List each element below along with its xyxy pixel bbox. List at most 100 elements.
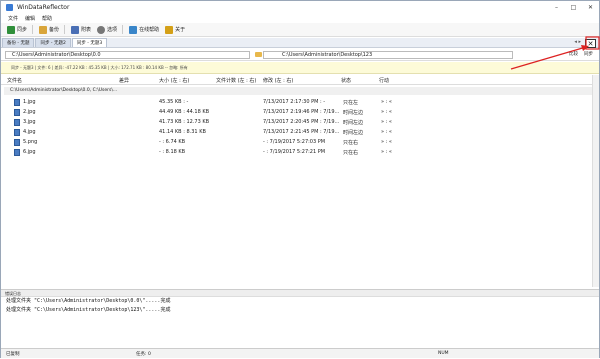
col-size[interactable]: 大小 (左 : 右) bbox=[159, 77, 189, 84]
file-size: 41.73 KB : 12.73 KB bbox=[159, 119, 210, 125]
folder-icon[interactable] bbox=[255, 52, 262, 57]
backup-button[interactable]: 备份 bbox=[39, 25, 59, 34]
image-file-icon bbox=[14, 139, 20, 146]
table-row[interactable]: 3.jpg 41.73 KB : 12.73 KB 7/13/2017 2:20… bbox=[1, 118, 599, 128]
image-file-icon bbox=[14, 99, 20, 106]
left-path-field[interactable]: C:\Users\Administrator\Desktop\0.0 bbox=[5, 51, 250, 59]
file-list: 1.jpg 45.35 KB : - 7/13/2017 2:17:30 PM … bbox=[1, 98, 599, 158]
minimize-button[interactable]: – bbox=[548, 1, 565, 14]
col-action[interactable]: 行动 bbox=[379, 77, 389, 84]
status-bar: 已复制 任务: 0 NUM bbox=[1, 348, 599, 358]
maximize-button[interactable]: □ bbox=[565, 1, 582, 14]
file-modified: - : 7/19/2017 5:27:03 PM bbox=[263, 139, 326, 145]
summary-line: 同步 - 无题3 | 文件: 6 | 差异: -47.22 KB : 45.35… bbox=[1, 62, 599, 74]
file-action[interactable]: » : « bbox=[381, 129, 392, 135]
image-file-icon bbox=[14, 109, 20, 116]
file-size: 44.49 KB : 44.18 KB bbox=[159, 109, 210, 115]
file-name: 6.jpg bbox=[23, 149, 36, 155]
file-action[interactable]: » : « bbox=[381, 109, 392, 115]
file-status: 时间左边 bbox=[343, 130, 364, 136]
sync-icon bbox=[7, 25, 15, 34]
col-modified[interactable]: 修改 (左 : 右) bbox=[263, 77, 293, 84]
file-modified: 7/13/2017 2:20:45 PM : 7/19... bbox=[263, 119, 340, 125]
file-modified: 7/13/2017 2:21:45 PM : 7/19... bbox=[263, 129, 340, 135]
toolbar-separator bbox=[64, 25, 66, 34]
about-button[interactable]: 关于 bbox=[165, 25, 185, 34]
file-status: 只在右 bbox=[343, 140, 359, 146]
file-size: 45.35 KB : - bbox=[159, 99, 189, 105]
status-tasks: 任务: 0 bbox=[136, 352, 151, 357]
close-tab-button[interactable]: ✕ bbox=[585, 39, 596, 48]
tab-sync-3[interactable]: 同步 - 无题3 bbox=[71, 38, 108, 47]
path-bar: C:\Users\Administrator\Desktop\0.0 C:\Us… bbox=[1, 49, 599, 61]
file-modified: 7/13/2017 2:17:30 PM : - bbox=[263, 99, 326, 105]
toolbar-separator bbox=[122, 25, 124, 34]
right-path-field[interactable]: C:\Users\Administrator\Desktop\123 bbox=[263, 51, 513, 59]
file-status: 只在右 bbox=[343, 150, 359, 156]
table-row[interactable]: 5.png - : 6.74 KB - : 7/19/2017 5:27:03 … bbox=[1, 138, 599, 148]
file-action[interactable]: » : « bbox=[381, 149, 392, 155]
file-name: 5.png bbox=[23, 139, 38, 145]
table-button[interactable]: 附表 bbox=[71, 25, 91, 34]
sync-button[interactable]: 同步 bbox=[7, 25, 27, 34]
sync-run-button[interactable]: 同步 bbox=[584, 51, 593, 57]
table-icon bbox=[71, 25, 80, 34]
options-button[interactable]: 选项 bbox=[97, 25, 117, 34]
status-num: NUM bbox=[438, 351, 449, 356]
file-size: 41.14 KB : 8.31 KB bbox=[159, 129, 206, 135]
file-action[interactable]: » : « bbox=[381, 99, 392, 105]
column-headers: 文件名 差异 大小 (左 : 右) 文件计数 (左 : 右) 修改 (左 : 右… bbox=[1, 75, 599, 85]
tab-strip: 备份 - 无题 同步 - 无题2 同步 - 无题3 ◂ ▸ ✕ bbox=[1, 38, 599, 48]
file-name: 2.jpg bbox=[23, 109, 36, 115]
file-size: - : 8.18 KB bbox=[159, 149, 186, 155]
log-line: 处理文件夹 "C:\Users\Administrator\Desktop\12… bbox=[6, 307, 171, 313]
app-icon bbox=[6, 4, 13, 11]
menu-file[interactable]: 文件 bbox=[8, 15, 18, 22]
file-name: 3.jpg bbox=[23, 119, 36, 125]
tab-scroll-arrows[interactable]: ◂ ▸ bbox=[574, 39, 581, 45]
file-action[interactable]: » : « bbox=[381, 139, 392, 145]
image-file-icon bbox=[14, 119, 20, 126]
menu-help[interactable]: 帮助 bbox=[42, 15, 52, 22]
file-action[interactable]: » : « bbox=[381, 119, 392, 125]
menu-bar: 文件 编辑 帮助 bbox=[1, 14, 599, 23]
about-icon bbox=[165, 25, 174, 34]
compare-button[interactable]: 比较 bbox=[569, 51, 578, 57]
file-modified: - : 7/19/2017 5:27:21 PM bbox=[263, 149, 326, 155]
log-pane: 错误日志 处理文件夹 "C:\Users\Administrator\Deskt… bbox=[1, 289, 599, 347]
file-status: 只在左 bbox=[343, 100, 359, 106]
close-window-button[interactable]: ✕ bbox=[582, 1, 599, 14]
root-folder-row[interactable]: C:\Users\Administrator\Desktop\0.0, C:\U… bbox=[4, 87, 594, 95]
file-modified: 7/13/2017 2:19:46 PM : 7/19... bbox=[263, 109, 340, 115]
toolbar-separator bbox=[32, 25, 34, 34]
log-line: 处理文件夹 "C:\Users\Administrator\Desktop\0.… bbox=[6, 298, 171, 304]
table-row[interactable]: 6.jpg - : 8.18 KB - : 7/19/2017 5:27:21 … bbox=[1, 148, 599, 158]
image-file-icon bbox=[14, 149, 20, 156]
log-header: 错误日志 bbox=[1, 290, 599, 297]
tab-backup[interactable]: 备份 - 无题 bbox=[2, 38, 35, 47]
col-status[interactable]: 状态 bbox=[341, 77, 351, 84]
file-status: 时间左边 bbox=[343, 110, 364, 116]
table-row[interactable]: 1.jpg 45.35 KB : - 7/13/2017 2:17:30 PM … bbox=[1, 98, 599, 108]
col-diff[interactable]: 差异 bbox=[119, 77, 129, 84]
table-row[interactable]: 2.jpg 44.49 KB : 44.18 KB 7/13/2017 2:19… bbox=[1, 108, 599, 118]
app-window: WinDataReflector – □ ✕ 文件 编辑 帮助 同步 备份 附表… bbox=[0, 0, 600, 358]
tab-sync-2[interactable]: 同步 - 无题2 bbox=[35, 38, 71, 47]
online-help-button[interactable]: 在线帮助 bbox=[129, 25, 159, 34]
menu-edit[interactable]: 编辑 bbox=[25, 15, 35, 22]
title-bar: WinDataReflector – □ ✕ bbox=[1, 1, 599, 14]
col-filecount[interactable]: 文件计数 (左 : 右) bbox=[216, 77, 256, 84]
file-status: 时间左边 bbox=[343, 120, 364, 126]
help-icon bbox=[129, 25, 138, 34]
image-file-icon bbox=[14, 129, 20, 136]
file-name: 4.jpg bbox=[23, 129, 36, 135]
toolbar: 同步 备份 附表 选项 在线帮助 关于 bbox=[1, 23, 599, 37]
window-title: WinDataReflector bbox=[17, 4, 70, 11]
file-size: - : 6.74 KB bbox=[159, 139, 186, 145]
col-filename[interactable]: 文件名 bbox=[7, 77, 22, 84]
vertical-scrollbar[interactable] bbox=[592, 75, 599, 287]
status-copied: 已复制 bbox=[6, 352, 20, 357]
table-row[interactable]: 4.jpg 41.14 KB : 8.31 KB 7/13/2017 2:21:… bbox=[1, 128, 599, 138]
backup-icon bbox=[39, 25, 48, 34]
gear-icon bbox=[97, 25, 106, 34]
